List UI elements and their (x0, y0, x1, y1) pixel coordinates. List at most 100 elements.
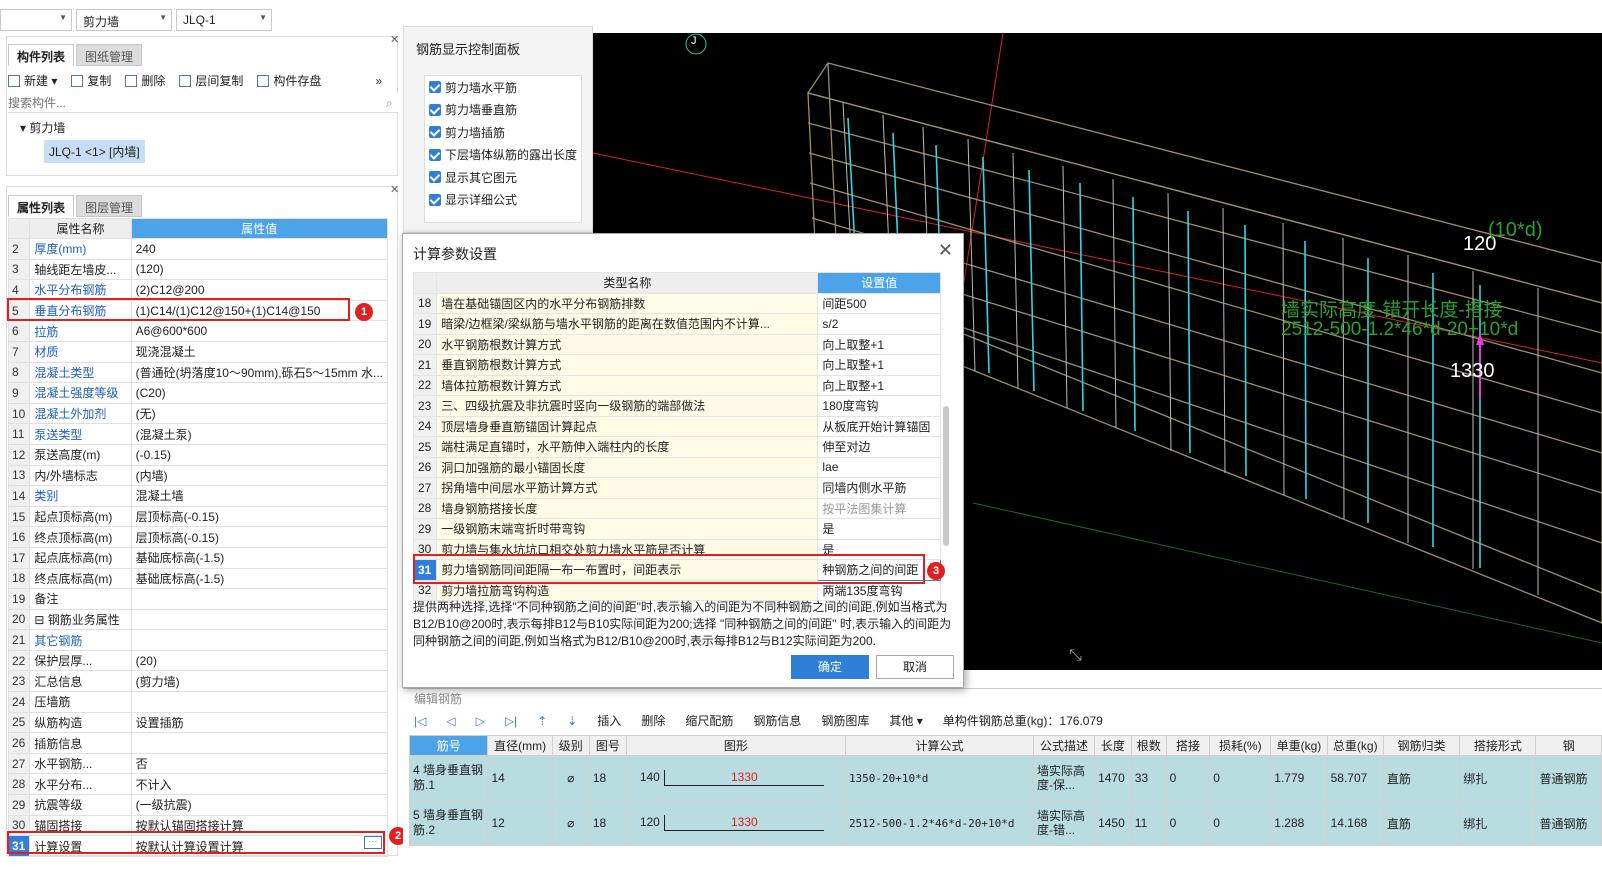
property-row[interactable]: 24 压墙筋 (7, 691, 389, 713)
tab-drawing-manage[interactable]: 图纸管理 (76, 44, 143, 66)
property-value[interactable]: (20) (130, 649, 389, 672)
property-value[interactable] (130, 732, 389, 754)
property-row[interactable]: 26 插筋信息 (7, 732, 389, 754)
property-value[interactable]: (普通砼(坍落度10～90mm),砾石5～15mm 水... (130, 361, 389, 384)
floor-copy-button[interactable]: 层间复制 (179, 72, 243, 89)
checkbox-wall-dowel[interactable]: 剪力墙插筋 (425, 121, 581, 144)
property-value[interactable]: (内墙) (130, 464, 389, 487)
property-row[interactable]: 22 保护层厚... (20) (7, 649, 389, 672)
property-row[interactable]: 10 混凝土外加剂 (无) (7, 402, 389, 425)
property-row[interactable]: 3 轴线距左墙皮... (120) (7, 258, 389, 281)
property-value[interactable]: 层顶标高(-0.15) (130, 526, 389, 548)
property-value[interactable]: (C20) (130, 382, 389, 404)
search-input[interactable] (8, 93, 398, 113)
checkbox-wall-vertical[interactable]: 剪力墙垂直筋 (425, 99, 581, 122)
property-row[interactable]: 15 起点顶标高(m) 层顶标高(-0.15) (7, 505, 389, 528)
scale-rebar-button[interactable]: 缩尺配筋 (685, 712, 733, 729)
property-value[interactable]: 基础底标高(-1.5) (130, 567, 389, 590)
property-value[interactable] (130, 691, 389, 713)
property-value[interactable]: (一级抗震) (130, 794, 389, 816)
delete-button[interactable]: 删除 (125, 72, 165, 89)
setting-value[interactable]: 是 (817, 518, 941, 540)
setting-row[interactable]: 22 墙体拉筋根数计算方式 向上取整+1 (412, 374, 941, 396)
save-component-button[interactable]: 构件存盘 (257, 72, 321, 89)
ok-button[interactable]: 确定 (791, 655, 869, 679)
collapse-icon[interactable]: ⤡ (1069, 647, 1082, 665)
rebar-library-button[interactable]: 钢筋图库 (821, 712, 869, 729)
property-row[interactable]: 20 ⊟ 钢筋业务属性 (7, 608, 389, 631)
property-value[interactable]: 设置插筋 (130, 711, 389, 734)
property-value[interactable] (130, 608, 389, 631)
setting-row[interactable]: 20 水平钢筋根数计算方式 向上取整+1 (412, 333, 941, 355)
property-row[interactable]: 12 泵送高度(m) (-0.15) (7, 443, 389, 466)
property-row[interactable]: 13 内/外墙标志 (内墙) (7, 464, 389, 487)
close-icon[interactable]: ✕ (390, 183, 399, 196)
setting-value[interactable]: 向上取整+1 (817, 374, 941, 396)
checkbox-other-elements[interactable]: 显示其它图元 (425, 166, 581, 189)
rebar-row[interactable]: 4 墙身垂直钢筋.1 14 ⌀ 18 140 1330 1350-20+10*d 墙实际高度-保… (408, 755, 1602, 801)
more-icon[interactable]: » (375, 74, 382, 88)
setting-row[interactable]: 21 垂直钢筋根数计算方式 向上取整+1 (412, 354, 941, 376)
last-icon[interactable]: ▷| (505, 714, 517, 728)
property-value[interactable]: 现浇混凝土 (130, 340, 389, 363)
property-value[interactable]: 混凝土墙 (130, 485, 389, 507)
type-combo[interactable]: 剪力墙 ▼ (76, 9, 172, 31)
setting-row[interactable]: 23 三、四级抗震及非抗震时竖向一级钢筋的端部做法 180度弯钩 (412, 395, 941, 417)
setting-value[interactable]: 向上取整+1 (817, 354, 941, 376)
rebar-info-button[interactable]: 钢筋信息 (753, 712, 801, 729)
property-row[interactable]: 28 水平分布... 不计入 (7, 773, 389, 796)
other-menu[interactable]: 其他 ▾ (889, 712, 922, 729)
property-value[interactable]: 基础底标高(-1.5) (130, 546, 389, 569)
property-row[interactable]: 8 混凝土类型 (普通砼(坍落度10～90mm),砾石5～15mm 水... (7, 361, 389, 384)
setting-value[interactable]: s/2 (817, 313, 941, 335)
copy-button[interactable]: 复制 (71, 72, 111, 89)
first-icon[interactable]: |◁ (414, 714, 426, 728)
setting-row[interactable]: 19 暗梁/边框梁/梁纵筋与墙水平钢筋的距离在数值范围内不计算... s/2 (412, 313, 941, 335)
property-value[interactable]: (混凝土泵) (130, 423, 389, 445)
property-row[interactable]: 23 汇总信息 (剪力墙) (7, 670, 389, 693)
cancel-button[interactable]: 取消 (876, 655, 954, 679)
setting-value[interactable]: 180度弯钩 (817, 395, 941, 417)
property-value[interactable]: 否 (130, 752, 389, 775)
tab-component-list[interactable]: 构件列表 (8, 44, 75, 66)
setting-value[interactable]: 向上取整+1 (817, 333, 941, 355)
ellipsis-button[interactable]: ··· (364, 836, 382, 849)
property-row[interactable]: 9 混凝土强度等级 (C20) (7, 382, 389, 404)
setting-value[interactable]: lae (817, 456, 941, 478)
move-up-icon[interactable]: ⇡ (537, 714, 547, 728)
property-row[interactable]: 17 起点底标高(m) 基础底标高(-1.5) (7, 546, 389, 569)
property-row[interactable]: 2 厚度(mm) 240 (7, 238, 389, 260)
property-row[interactable]: 7 材质 现浇混凝土 (7, 340, 389, 363)
delete-rebar-button[interactable]: 删除 (641, 712, 665, 729)
scrollbar[interactable] (943, 406, 949, 546)
move-down-icon[interactable]: ⇣ (567, 714, 577, 728)
new-button[interactable]: 新建 ▾ (8, 72, 57, 89)
property-value[interactable]: 层顶标高(-0.15) (130, 505, 389, 528)
property-value[interactable]: (剪力墙) (130, 670, 389, 693)
property-row[interactable]: 14 类别 混凝土墙 (7, 485, 389, 507)
tree-item-jlq1[interactable]: JLQ-1 <1> [内墙] (44, 140, 145, 163)
component-combo[interactable]: JLQ-1 ▼ (176, 9, 272, 31)
next-icon[interactable]: ▷ (476, 714, 485, 728)
property-value[interactable] (130, 588, 389, 610)
insert-button[interactable]: 插入 (597, 712, 621, 729)
setting-value[interactable]: 伸至对边 (817, 436, 941, 458)
setting-value[interactable]: 按平法图集计算 (817, 497, 941, 519)
checkbox-detailed-formula[interactable]: 显示详细公式 (425, 189, 581, 212)
setting-row[interactable]: 18 墙在基础锚固区内的水平分布钢筋排数 间距500 (412, 292, 941, 314)
checkbox-wall-horizontal[interactable]: 剪力墙水平筋 (425, 76, 581, 99)
tab-layer-manage[interactable]: 图层管理 (76, 195, 143, 217)
prev-icon[interactable]: ◁ (446, 714, 455, 728)
property-value[interactable]: (无) (130, 402, 389, 425)
close-icon[interactable]: ✕ (390, 33, 399, 46)
property-value[interactable]: A6@600*600 (130, 320, 389, 342)
property-row[interactable]: 18 终点底标高(m) 基础底标高(-1.5) (7, 567, 389, 590)
tab-property-list[interactable]: 属性列表 (8, 195, 75, 217)
setting-row[interactable]: 29 一级钢筋末端弯折时带弯钩是 (412, 518, 941, 540)
property-row[interactable]: 27 水平钢筋... 否 (7, 752, 389, 775)
setting-row[interactable]: 27 拐角墙中间层水平筋计算方式 同墙内侧水平筋 (412, 477, 941, 499)
property-row[interactable]: 21 其它钢筋 (7, 629, 389, 651)
setting-row[interactable]: 25 端柱满足直锚时，水平筋伸入端柱内的长度 伸至对边 (412, 436, 941, 458)
floor-combo[interactable]: ▼ (0, 9, 72, 31)
property-row[interactable]: 29 抗震等级 (一级抗震) (7, 794, 389, 816)
